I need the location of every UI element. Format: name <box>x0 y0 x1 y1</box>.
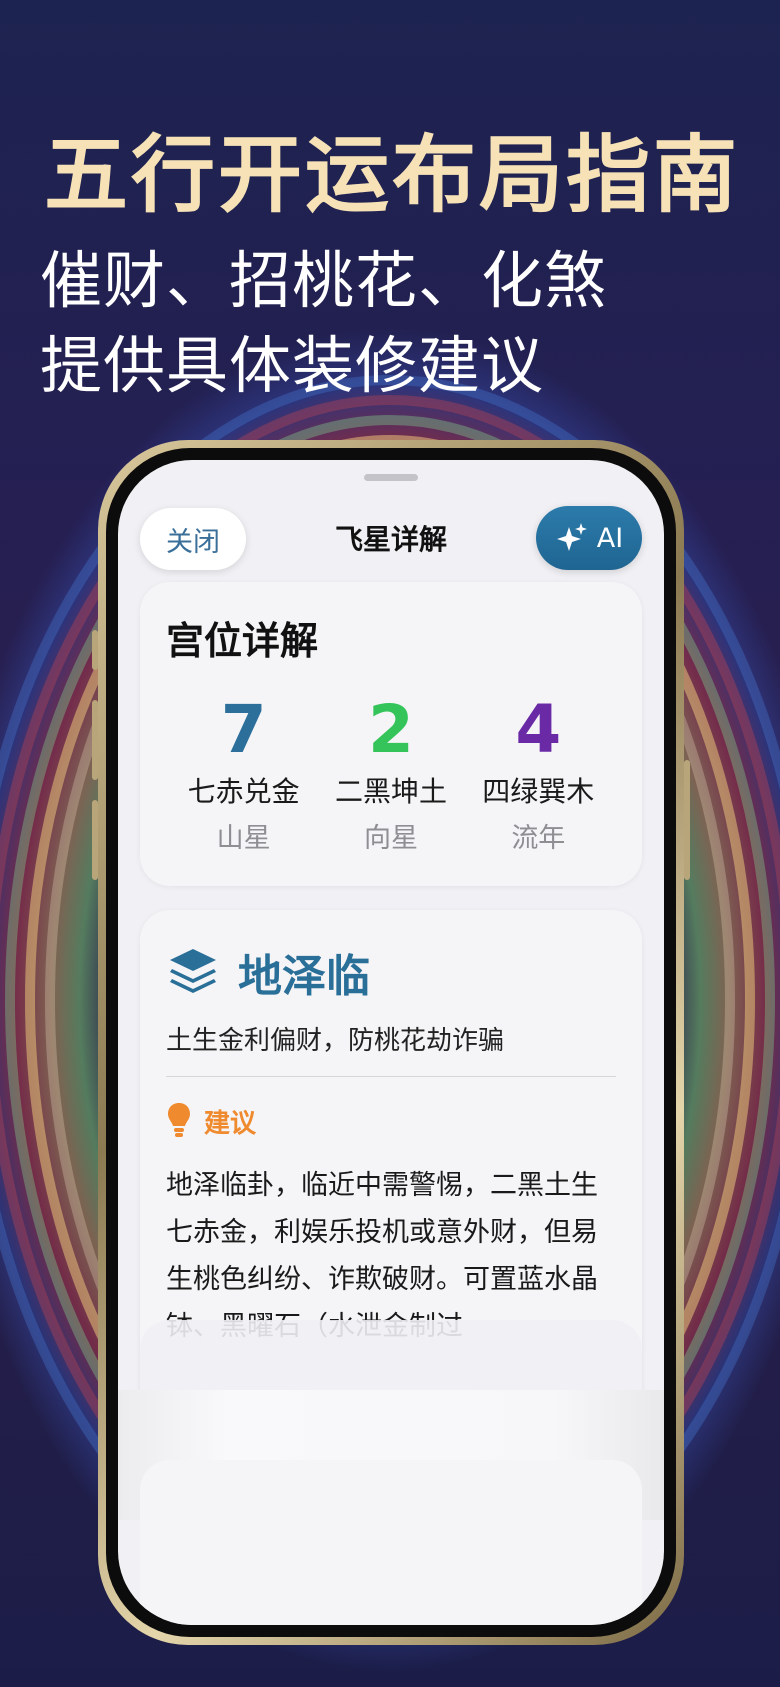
phone-volume-up <box>92 700 98 780</box>
star-name: 四绿巽木 <box>482 775 595 808</box>
banner-subline-1: 催财、招桃花、化煞 <box>40 244 608 317</box>
star-number: 7 <box>220 691 267 768</box>
star-mountain: 7 七赤兑金 山星 <box>174 694 314 855</box>
phone-power-button <box>684 760 690 880</box>
sheet-grabber[interactable] <box>364 474 418 481</box>
star-facing: 2 二黑坤土 向星 <box>321 694 461 855</box>
palace-heading: 宫位详解 <box>166 619 319 663</box>
star-role: 向星 <box>363 823 418 854</box>
lightbulb-icon <box>168 1103 190 1137</box>
phone-volume-down <box>92 800 98 880</box>
sparkles-icon <box>556 523 587 551</box>
star-role: 流年 <box>511 823 566 854</box>
palace-card: 宫位详解 7 七赤兑金 山星 2 二黑坤土 向星 4 四绿巽木 流年 <box>140 582 642 886</box>
ai-button-label: AI <box>596 522 624 554</box>
advice-header: 建议 <box>166 1102 256 1140</box>
layers-icon <box>170 949 216 993</box>
star-role: 山星 <box>216 823 271 854</box>
hexagram-header: 地泽临 <box>166 940 370 1004</box>
app-screen: 关闭 飞星详解 AI 宫位详解 7 七赤兑金 山星 2 二黑坤土 向星 4 四绿… <box>118 460 664 1625</box>
hexagram-summary: 土生金利偏财，防桃花劫诈骗 <box>166 1026 505 1056</box>
phone-side-button <box>92 630 98 670</box>
star-number: 2 <box>368 691 414 768</box>
ai-button[interactable]: AI <box>536 506 642 570</box>
star-name: 七赤兑金 <box>187 775 300 808</box>
banner-headline: 五行开运布局指南 <box>44 126 741 224</box>
next-card <box>140 1460 642 1625</box>
phone-frame: 关闭 飞星详解 AI 宫位详解 7 七赤兑金 山星 2 二黑坤土 向星 4 四绿… <box>92 440 690 1645</box>
star-name: 二黑坤土 <box>334 775 447 808</box>
divider <box>166 1076 616 1077</box>
star-annual: 4 四绿巽木 流年 <box>468 694 608 855</box>
banner-subline-2: 提供具体装修建议 <box>40 329 545 402</box>
star-list: 7 七赤兑金 山星 2 二黑坤土 向星 4 四绿巽木 流年 <box>140 694 642 855</box>
star-number: 4 <box>515 691 562 768</box>
advice-label: 建议 <box>204 1108 257 1139</box>
hexagram-name: 地泽临 <box>238 951 370 1002</box>
